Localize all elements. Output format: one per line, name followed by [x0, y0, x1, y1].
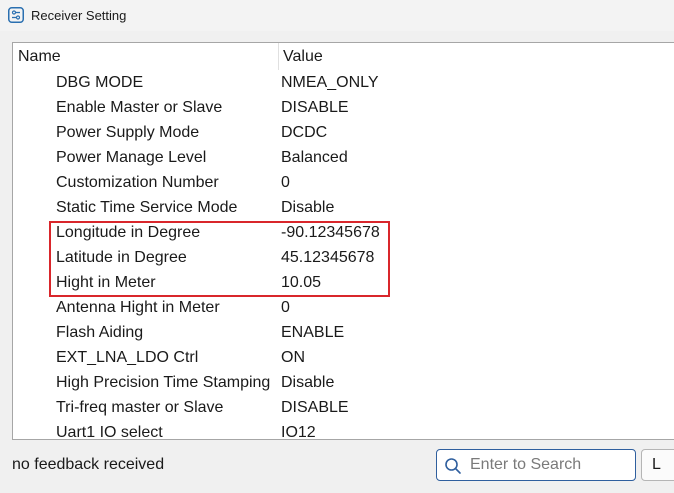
property-name: Uart1 IO select — [56, 424, 163, 440]
property-value[interactable]: IO12 — [281, 424, 316, 439]
table-row[interactable]: Flash Aiding ENABLE — [13, 320, 674, 345]
property-value[interactable]: ON — [281, 349, 305, 367]
property-value[interactable]: 0 — [281, 174, 290, 192]
table-row[interactable]: Power Supply Mode DCDC — [13, 120, 674, 145]
column-divider[interactable] — [278, 43, 279, 70]
table-row[interactable]: Longitude in Degree -90.12345678 — [13, 220, 674, 245]
property-name: Power Supply Mode — [56, 124, 200, 141]
property-value[interactable]: ENABLE — [281, 324, 344, 342]
property-name: Hight in Meter — [56, 274, 156, 291]
property-name: DBG MODE — [56, 74, 144, 91]
property-name: Customization Number — [56, 174, 219, 191]
property-name: Power Manage Level — [56, 149, 207, 166]
title-bar: Receiver Setting — [0, 0, 674, 31]
property-name: Enable Master or Slave — [56, 99, 223, 116]
property-value[interactable]: 45.12345678 — [281, 249, 374, 267]
window-title: Receiver Setting — [31, 8, 127, 23]
property-name: High Precision Time Stamping — [56, 374, 271, 391]
property-value[interactable]: Balanced — [281, 149, 348, 167]
table-row[interactable]: Enable Master or Slave DISABLE — [13, 95, 674, 120]
property-name: Longitude in Degree — [56, 224, 201, 241]
search-box[interactable] — [436, 449, 636, 481]
column-header-value[interactable]: Value — [283, 48, 323, 66]
property-value[interactable]: NMEA_ONLY — [281, 74, 379, 92]
property-name: Static Time Service Mode — [56, 199, 238, 216]
property-name: Flash Aiding — [56, 324, 144, 341]
property-value[interactable]: Disable — [281, 199, 334, 217]
table-row[interactable]: Customization Number 0 — [13, 170, 674, 195]
property-value[interactable]: 0 — [281, 299, 290, 317]
table-row[interactable]: High Precision Time Stamping Disable — [13, 370, 674, 395]
settings-sliders-icon — [8, 7, 24, 23]
property-value[interactable]: DCDC — [281, 124, 327, 142]
property-name: Latitude in Degree — [56, 249, 187, 266]
property-name: Tri-freq master or Slave — [56, 399, 224, 416]
property-value[interactable]: DISABLE — [281, 99, 349, 117]
property-value[interactable]: DISABLE — [281, 399, 349, 417]
table-row[interactable]: DBG MODE NMEA_ONLY — [13, 70, 674, 95]
table-row[interactable]: Hight in Meter 10.05 — [13, 270, 674, 295]
property-value[interactable]: 10.05 — [281, 274, 321, 292]
property-name: Antenna Hight in Meter — [56, 299, 220, 316]
table-row[interactable]: Uart1 IO select IO12 — [13, 420, 674, 440]
search-input[interactable] — [470, 454, 630, 476]
property-value[interactable]: Disable — [281, 374, 334, 392]
table-rows: DBG MODE NMEA_ONLY Enable Master or Slave D… — [13, 70, 674, 440]
column-header-name[interactable]: Name — [18, 48, 61, 66]
status-text: no feedback received — [12, 456, 165, 473]
table-row[interactable]: Power Manage Level Balanced — [13, 145, 674, 170]
search-icon — [445, 458, 461, 474]
table-row[interactable]: EXT_LNA_LDO Ctrl ON — [13, 345, 674, 370]
table-header: Name Value — [13, 43, 674, 70]
table-row[interactable]: Latitude in Degree 45.12345678 — [13, 245, 674, 270]
table-row[interactable]: Tri-freq master or Slave DISABLE — [13, 395, 674, 420]
property-table[interactable]: Name Value DBG MODE NMEA_ONLY Enable Maste… — [12, 42, 674, 440]
side-button[interactable]: L — [641, 449, 674, 481]
property-name: EXT_LNA_LDO Ctrl — [56, 349, 199, 366]
table-row[interactable]: Antenna Hight in Meter 0 — [13, 295, 674, 320]
property-value[interactable]: -90.12345678 — [281, 224, 380, 242]
table-row[interactable]: Static Time Service Mode Disable — [13, 195, 674, 220]
